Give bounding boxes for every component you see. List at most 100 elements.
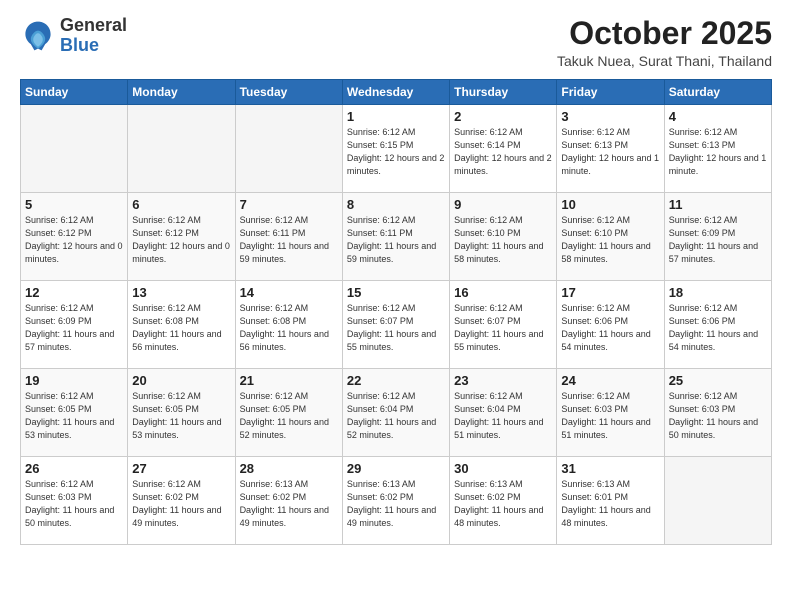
day-number: 18: [669, 285, 767, 300]
day-number: 23: [454, 373, 552, 388]
calendar-cell: 10 Sunrise: 6:12 AM Sunset: 6:10 PM Dayli…: [557, 193, 664, 281]
calendar-cell: 24 Sunrise: 6:12 AM Sunset: 6:03 PM Dayli…: [557, 369, 664, 457]
location-subtitle: Takuk Nuea, Surat Thani, Thailand: [557, 53, 772, 69]
day-info: Sunrise: 6:12 AM Sunset: 6:08 PM Dayligh…: [132, 302, 230, 354]
day-number: 2: [454, 109, 552, 124]
day-info: Sunrise: 6:13 AM Sunset: 6:02 PM Dayligh…: [240, 478, 338, 530]
day-info: Sunrise: 6:12 AM Sunset: 6:05 PM Dayligh…: [132, 390, 230, 442]
day-number: 4: [669, 109, 767, 124]
day-info: Sunrise: 6:12 AM Sunset: 6:07 PM Dayligh…: [454, 302, 552, 354]
calendar-cell: 20 Sunrise: 6:12 AM Sunset: 6:05 PM Dayli…: [128, 369, 235, 457]
calendar-cell: 16 Sunrise: 6:12 AM Sunset: 6:07 PM Dayli…: [450, 281, 557, 369]
day-number: 21: [240, 373, 338, 388]
day-info: Sunrise: 6:12 AM Sunset: 6:02 PM Dayligh…: [132, 478, 230, 530]
week-row-4: 19 Sunrise: 6:12 AM Sunset: 6:05 PM Dayli…: [21, 369, 772, 457]
calendar-cell: 9 Sunrise: 6:12 AM Sunset: 6:10 PM Daylig…: [450, 193, 557, 281]
day-number: 14: [240, 285, 338, 300]
calendar-cell: 15Sunrise: 6:12 AM Sunset: 6:07 PM Dayli…: [342, 281, 449, 369]
day-info: Sunrise: 6:12 AM Sunset: 6:03 PM Dayligh…: [25, 478, 123, 530]
day-info: Sunrise: 6:12 AM Sunset: 6:09 PM Dayligh…: [25, 302, 123, 354]
weekday-header-sunday: Sunday: [21, 80, 128, 105]
calendar-cell: 19 Sunrise: 6:12 AM Sunset: 6:05 PM Dayli…: [21, 369, 128, 457]
day-number: 13: [132, 285, 230, 300]
weekday-header-row: SundayMondayTuesdayWednesdayThursdayFrid…: [21, 80, 772, 105]
day-info: Sunrise: 6:12 AM Sunset: 6:06 PM Dayligh…: [669, 302, 767, 354]
day-number: 30: [454, 461, 552, 476]
day-info: Sunrise: 6:12 AM Sunset: 6:09 PM Dayligh…: [669, 214, 767, 266]
calendar-cell: 18 Sunrise: 6:12 AM Sunset: 6:06 PM Dayli…: [664, 281, 771, 369]
calendar-cell: 6 Sunrise: 6:12 AM Sunset: 6:12 PM Daylig…: [128, 193, 235, 281]
week-row-3: 12 Sunrise: 6:12 AM Sunset: 6:09 PM Dayli…: [21, 281, 772, 369]
calendar-cell: 13 Sunrise: 6:12 AM Sunset: 6:08 PM Dayli…: [128, 281, 235, 369]
calendar-cell: [235, 105, 342, 193]
calendar-cell: 5 Sunrise: 6:12 AM Sunset: 6:12 PM Daylig…: [21, 193, 128, 281]
logo-icon: [20, 18, 56, 54]
calendar-cell: 7Sunrise: 6:12 AM Sunset: 6:11 PM Daylig…: [235, 193, 342, 281]
day-number: 26: [25, 461, 123, 476]
day-number: 3: [561, 109, 659, 124]
calendar-cell: 22Sunrise: 6:12 AM Sunset: 6:04 PM Dayli…: [342, 369, 449, 457]
day-info: Sunrise: 6:13 AM Sunset: 6:01 PM Dayligh…: [561, 478, 659, 530]
day-info: Sunrise: 6:12 AM Sunset: 6:10 PM Dayligh…: [454, 214, 552, 266]
day-number: 20: [132, 373, 230, 388]
day-number: 1: [347, 109, 445, 124]
weekday-header-tuesday: Tuesday: [235, 80, 342, 105]
day-info: Sunrise: 6:12 AM Sunset: 6:05 PM Dayligh…: [25, 390, 123, 442]
day-number: 5: [25, 197, 123, 212]
day-number: 15: [347, 285, 445, 300]
calendar-cell: 21 Sunrise: 6:12 AM Sunset: 6:05 PM Dayli…: [235, 369, 342, 457]
day-info: Sunrise: 6:12 AM Sunset: 6:12 PM Dayligh…: [132, 214, 230, 266]
day-info: Sunrise: 6:12 AM Sunset: 6:05 PM Dayligh…: [240, 390, 338, 442]
day-info: Sunrise: 6:12 AM Sunset: 6:15 PM Dayligh…: [347, 126, 445, 178]
day-number: 17: [561, 285, 659, 300]
day-info: Sunrise: 6:12 AM Sunset: 6:03 PM Dayligh…: [669, 390, 767, 442]
weekday-header-friday: Friday: [557, 80, 664, 105]
day-info: Sunrise: 6:12 AM Sunset: 6:10 PM Dayligh…: [561, 214, 659, 266]
week-row-2: 5 Sunrise: 6:12 AM Sunset: 6:12 PM Daylig…: [21, 193, 772, 281]
day-number: 7: [240, 197, 338, 212]
day-info: Sunrise: 6:12 AM Sunset: 6:03 PM Dayligh…: [561, 390, 659, 442]
day-number: 11: [669, 197, 767, 212]
title-block: October 2025 Takuk Nuea, Surat Thani, Th…: [557, 16, 772, 69]
calendar-cell: 14 Sunrise: 6:12 AM Sunset: 6:08 PM Dayli…: [235, 281, 342, 369]
day-number: 8: [347, 197, 445, 212]
calendar-cell: 1 Sunrise: 6:12 AM Sunset: 6:15 PM Daylig…: [342, 105, 449, 193]
calendar-cell: 26 Sunrise: 6:12 AM Sunset: 6:03 PM Dayli…: [21, 457, 128, 545]
day-number: 9: [454, 197, 552, 212]
calendar-cell: 27 Sunrise: 6:12 AM Sunset: 6:02 PM Dayli…: [128, 457, 235, 545]
calendar-cell: 30 Sunrise: 6:13 AM Sunset: 6:02 PM Dayli…: [450, 457, 557, 545]
day-number: 16: [454, 285, 552, 300]
day-number: 10: [561, 197, 659, 212]
day-number: 12: [25, 285, 123, 300]
day-info: Sunrise: 6:12 AM Sunset: 6:13 PM Dayligh…: [561, 126, 659, 178]
calendar-cell: 23 Sunrise: 6:12 AM Sunset: 6:04 PM Dayli…: [450, 369, 557, 457]
day-number: 27: [132, 461, 230, 476]
day-number: 6: [132, 197, 230, 212]
day-info: Sunrise: 6:13 AM Sunset: 6:02 PM Dayligh…: [454, 478, 552, 530]
day-number: 29: [347, 461, 445, 476]
day-info: Sunrise: 6:12 AM Sunset: 6:11 PM Dayligh…: [347, 214, 445, 266]
calendar-cell: [128, 105, 235, 193]
day-info: Sunrise: 6:12 AM Sunset: 6:06 PM Dayligh…: [561, 302, 659, 354]
day-number: 24: [561, 373, 659, 388]
day-number: 22: [347, 373, 445, 388]
weekday-header-saturday: Saturday: [664, 80, 771, 105]
day-number: 31: [561, 461, 659, 476]
calendar-cell: 4Sunrise: 6:12 AM Sunset: 6:13 PM Daylig…: [664, 105, 771, 193]
day-info: Sunrise: 6:12 AM Sunset: 6:12 PM Dayligh…: [25, 214, 123, 266]
calendar-cell: 17 Sunrise: 6:12 AM Sunset: 6:06 PM Dayli…: [557, 281, 664, 369]
calendar-table: SundayMondayTuesdayWednesdayThursdayFrid…: [20, 79, 772, 545]
day-info: Sunrise: 6:12 AM Sunset: 6:14 PM Dayligh…: [454, 126, 552, 178]
calendar-cell: 8 Sunrise: 6:12 AM Sunset: 6:11 PM Daylig…: [342, 193, 449, 281]
day-info: Sunrise: 6:12 AM Sunset: 6:04 PM Dayligh…: [454, 390, 552, 442]
calendar-cell: 11 Sunrise: 6:12 AM Sunset: 6:09 PM Dayli…: [664, 193, 771, 281]
page: General Blue October 2025 Takuk Nuea, Su…: [0, 0, 792, 612]
weekday-header-wednesday: Wednesday: [342, 80, 449, 105]
calendar-cell: 12 Sunrise: 6:12 AM Sunset: 6:09 PM Dayli…: [21, 281, 128, 369]
logo-line2: Blue: [60, 36, 127, 56]
day-info: Sunrise: 6:12 AM Sunset: 6:08 PM Dayligh…: [240, 302, 338, 354]
weekday-header-monday: Monday: [128, 80, 235, 105]
day-number: 19: [25, 373, 123, 388]
logo: General Blue: [20, 16, 127, 56]
calendar-cell: 25Sunrise: 6:12 AM Sunset: 6:03 PM Dayli…: [664, 369, 771, 457]
